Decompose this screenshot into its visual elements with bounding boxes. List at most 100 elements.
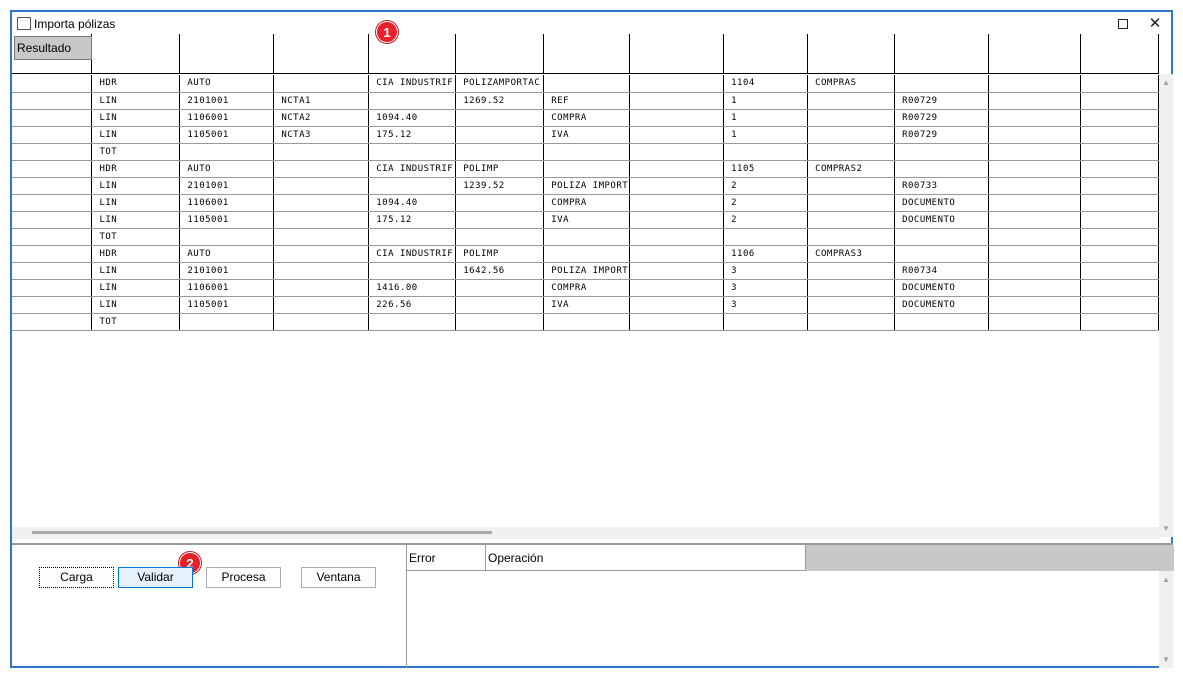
table-cell[interactable]: R00734 <box>894 262 990 280</box>
table-cell[interactable] <box>543 160 631 178</box>
error-scroll-down-icon[interactable]: ▼ <box>1159 655 1173 664</box>
table-cell[interactable] <box>1080 245 1159 263</box>
column-header[interactable] <box>456 34 544 74</box>
table-cell[interactable] <box>807 211 896 229</box>
table-cell[interactable]: 1105001 <box>179 211 275 229</box>
table-cell[interactable] <box>988 177 1081 195</box>
table-row[interactable]: TOT <box>12 228 1159 246</box>
table-cell[interactable]: 1 <box>723 109 809 127</box>
table-cell[interactable]: COMPRA <box>543 279 631 297</box>
table-cell[interactable]: 2 <box>723 177 809 195</box>
table-cell[interactable] <box>1080 262 1159 280</box>
table-cell[interactable] <box>629 279 725 297</box>
table-cell[interactable]: DOCUMENTO <box>894 194 990 212</box>
table-cell[interactable] <box>807 143 896 161</box>
table-cell[interactable] <box>629 228 725 246</box>
table-cell[interactable]: R00729 <box>894 92 990 110</box>
table-cell[interactable] <box>1080 109 1159 127</box>
table-cell[interactable] <box>273 262 370 280</box>
table-cell[interactable] <box>723 228 809 246</box>
table-cell[interactable]: 1239.52 <box>455 177 545 195</box>
table-cell[interactable] <box>455 228 545 246</box>
table-cell[interactable] <box>543 143 631 161</box>
table-cell[interactable] <box>455 211 545 229</box>
table-cell[interactable] <box>179 313 275 331</box>
table-cell[interactable] <box>807 228 896 246</box>
table-cell[interactable] <box>807 279 896 297</box>
table-cell[interactable] <box>629 211 725 229</box>
table-cell[interactable] <box>807 109 896 127</box>
table-cell[interactable]: 175.12 <box>368 211 457 229</box>
table-cell[interactable] <box>894 143 990 161</box>
table-cell[interactable] <box>12 92 93 110</box>
column-header[interactable] <box>895 34 989 74</box>
table-cell[interactable] <box>629 160 725 178</box>
table-cell[interactable] <box>1080 177 1159 195</box>
table-cell[interactable] <box>12 296 93 314</box>
error-vertical-scrollbar[interactable]: ▲ ▼ <box>1159 571 1173 668</box>
table-cell[interactable]: 2 <box>723 211 809 229</box>
table-cell[interactable]: REF <box>543 92 631 110</box>
table-cell[interactable]: 1106001 <box>179 194 275 212</box>
table-cell[interactable] <box>455 194 545 212</box>
table-cell[interactable] <box>12 194 93 212</box>
table-cell[interactable]: 226.56 <box>368 296 457 314</box>
table-row[interactable]: LIN 1106001 1094.40 COMPRA 2 DOCUMENTO <box>12 194 1159 212</box>
table-cell[interactable] <box>988 211 1081 229</box>
table-cell[interactable] <box>629 109 725 127</box>
table-cell[interactable] <box>988 228 1081 246</box>
table-cell[interactable]: 1642.56 <box>455 262 545 280</box>
table-cell[interactable]: NCTA2 <box>273 109 370 127</box>
table-cell[interactable] <box>1080 75 1159 93</box>
error-scroll-up-icon[interactable]: ▲ <box>1159 575 1173 584</box>
table-cell[interactable]: NCTA3 <box>273 126 370 144</box>
table-cell[interactable]: POLIMP <box>455 160 545 178</box>
table-cell[interactable]: AUTO <box>179 75 275 93</box>
table-cell[interactable]: POLIZAMPORTAC <box>455 75 545 93</box>
table-row[interactable]: HDR AUTO CIA INDUSTRIF POLIZAMPORTAC 1104 COM… <box>12 75 1159 93</box>
table-cell[interactable] <box>988 296 1081 314</box>
ventana-button[interactable]: Ventana <box>301 567 376 588</box>
table-cell[interactable] <box>12 160 93 178</box>
table-cell[interactable] <box>1080 92 1159 110</box>
table-row[interactable]: LIN 1106001 NCTA2 1094.40 COMPRA 1 R00729 <box>12 109 1159 127</box>
table-cell[interactable]: 1106001 <box>179 279 275 297</box>
table-cell[interactable]: AUTO <box>179 160 275 178</box>
table-cell[interactable]: POLIZA IMPORT <box>543 177 631 195</box>
table-cell[interactable] <box>273 296 370 314</box>
scroll-up-icon[interactable]: ▲ <box>1159 78 1173 87</box>
table-cell[interactable] <box>368 262 457 280</box>
table-cell[interactable] <box>988 109 1081 127</box>
table-cell[interactable] <box>1080 126 1159 144</box>
table-cell[interactable]: 1106001 <box>179 109 275 127</box>
table-cell[interactable]: TOT <box>91 143 181 161</box>
table-cell[interactable]: HDR <box>91 245 181 263</box>
table-cell[interactable]: TOT <box>91 313 181 331</box>
table-cell[interactable] <box>894 313 990 331</box>
table-cell[interactable] <box>273 211 370 229</box>
table-cell[interactable]: 1106 <box>723 245 809 263</box>
table-row[interactable]: LIN 1105001 226.56 IVA 3 DOCUMENTO <box>12 296 1159 314</box>
table-cell[interactable] <box>807 262 896 280</box>
table-cell[interactable] <box>894 228 990 246</box>
table-cell[interactable]: CIA INDUSTRIF <box>368 75 457 93</box>
table-cell[interactable] <box>12 109 93 127</box>
table-cell[interactable]: 3 <box>723 262 809 280</box>
table-row[interactable]: LIN 1106001 1416.00 COMPRA 3 DOCUMENTO <box>12 279 1159 297</box>
table-cell[interactable] <box>368 313 457 331</box>
table-cell[interactable]: LIN <box>91 296 181 314</box>
table-row[interactable]: LIN 2101001 NCTA1 1269.52 REF 1 R00729 <box>12 92 1159 110</box>
table-cell[interactable] <box>894 160 990 178</box>
table-cell[interactable] <box>629 75 725 93</box>
table-cell[interactable] <box>12 313 93 331</box>
table-cell[interactable]: POLIZA IMPORT <box>543 262 631 280</box>
table-cell[interactable]: 1416.00 <box>368 279 457 297</box>
table-cell[interactable]: 3 <box>723 279 809 297</box>
table-cell[interactable] <box>1080 279 1159 297</box>
table-cell[interactable] <box>368 177 457 195</box>
table-cell[interactable] <box>543 228 631 246</box>
table-cell[interactable] <box>807 92 896 110</box>
table-cell[interactable]: 1094.40 <box>368 109 457 127</box>
table-cell[interactable] <box>12 245 93 263</box>
table-cell[interactable] <box>12 279 93 297</box>
